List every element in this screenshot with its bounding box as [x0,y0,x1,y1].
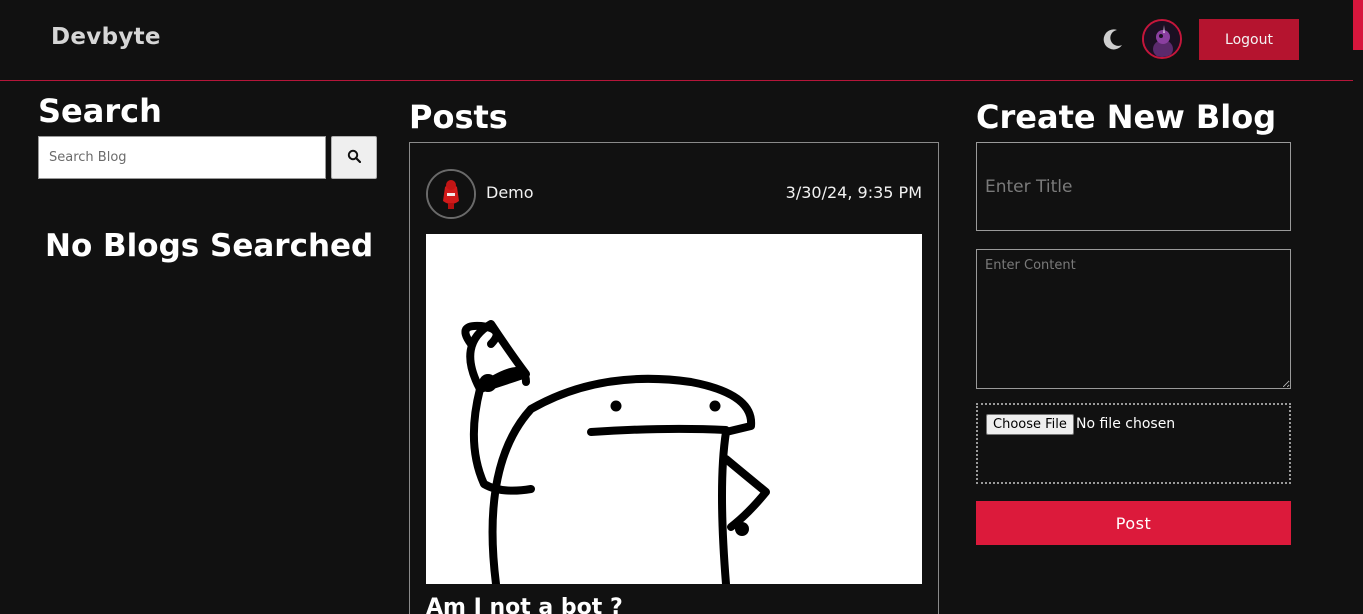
scrollbar-thumb[interactable] [1353,0,1363,50]
search-input[interactable] [38,136,326,179]
post-author[interactable]: Demo [486,183,534,202]
search-icon [347,149,362,166]
logout-button[interactable]: Logout [1199,19,1299,60]
blog-content-input[interactable] [976,249,1291,389]
scrollbar-track[interactable] [1353,50,1363,614]
post-title[interactable]: Am I not a bot ? [426,595,623,614]
posts-heading: Posts [409,98,508,136]
choose-file-button[interactable]: Choose File [986,414,1074,435]
post-image[interactable] [426,234,922,588]
file-upload-area[interactable]: Choose File No file chosen [976,403,1291,484]
search-button[interactable] [331,136,377,179]
blog-title-input[interactable] [976,142,1291,231]
file-status: No file chosen [1076,416,1176,432]
post-button[interactable]: Post [976,501,1291,545]
navbar: Devbyte Logout [0,0,1353,81]
create-blog-heading: Create New Blog [976,98,1277,136]
post-card[interactable]: Demo 3/30/24, 9:35 PM Am I not a bot ? [409,142,939,614]
moon-icon[interactable] [1100,26,1126,52]
user-avatar[interactable] [1142,19,1182,59]
author-avatar[interactable] [426,169,476,219]
post-date: 3/30/24, 9:35 PM [785,183,922,202]
search-heading: Search [38,92,162,130]
brand-logo[interactable]: Devbyte [51,24,161,50]
empty-search-message: No Blogs Searched [45,228,374,264]
